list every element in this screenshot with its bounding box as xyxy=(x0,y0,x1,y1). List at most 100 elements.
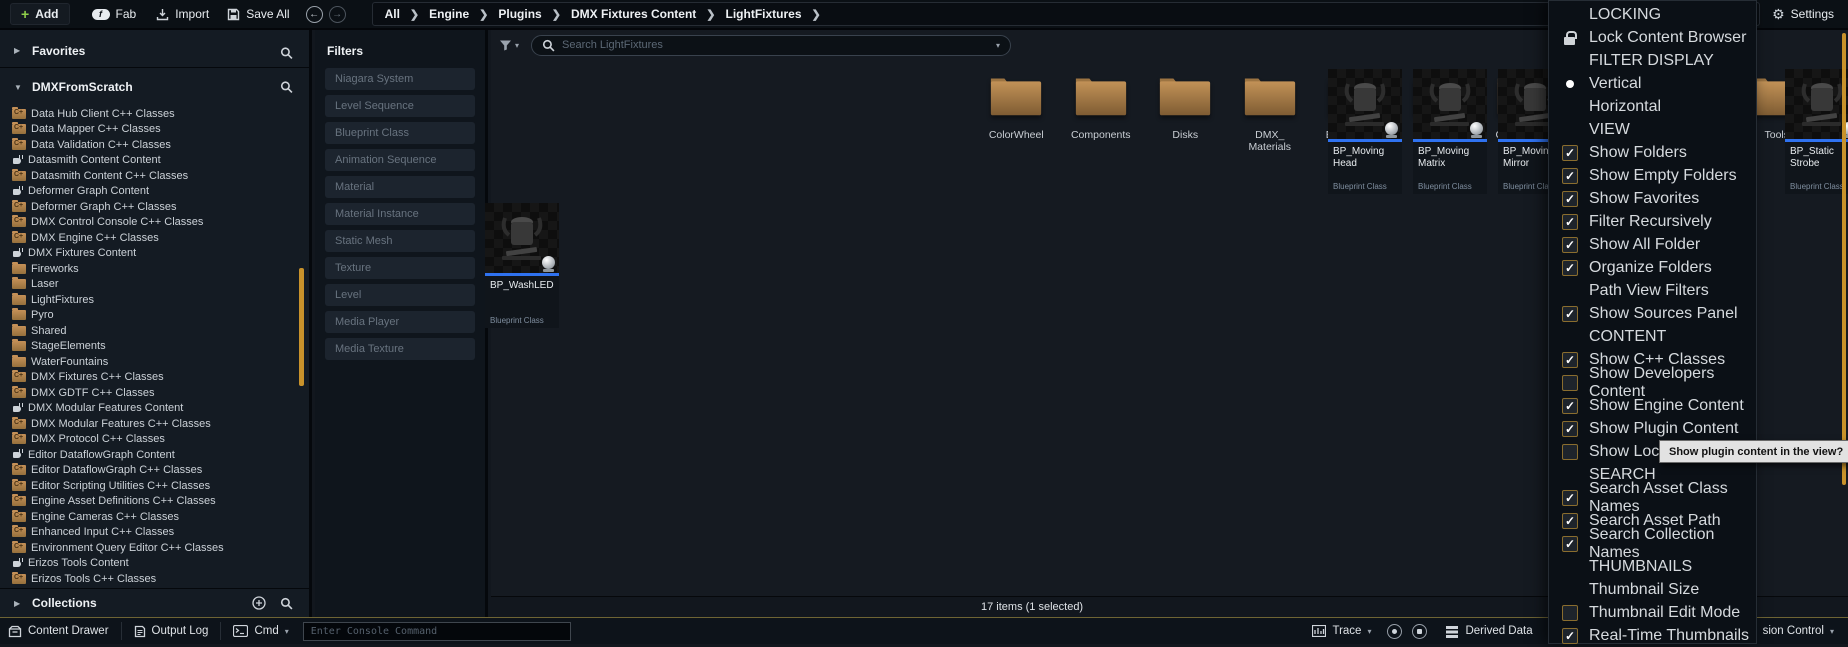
menu-control-icon[interactable] xyxy=(1562,53,1578,69)
tree-item[interactable]: Datasmith Content C++ Classes xyxy=(0,168,309,184)
collapse-arrow-icon[interactable]: ▼ xyxy=(14,83,24,92)
content-folder[interactable]: Components xyxy=(1059,70,1144,153)
add-collection-icon[interactable] xyxy=(252,596,266,610)
filter-pill[interactable]: Level Sequence xyxy=(325,95,475,117)
tree-item[interactable]: DMX Protocol C++ Classes xyxy=(0,432,309,448)
search-icon[interactable] xyxy=(280,81,293,94)
search-input[interactable] xyxy=(562,39,989,51)
menu-row[interactable]: Thumbnail Edit Mode xyxy=(1549,601,1756,624)
asset-item[interactable]: BP_WashLED Blueprint Class xyxy=(485,203,559,328)
tree-item[interactable]: Shared xyxy=(0,323,309,339)
content-drawer-button[interactable]: Content Drawer xyxy=(8,625,109,638)
menu-control-icon[interactable] xyxy=(1562,329,1578,345)
fab-button[interactable]: f Fab xyxy=(92,7,137,21)
menu-row[interactable]: Horizontal xyxy=(1549,95,1756,118)
filter-pill[interactable]: Media Texture xyxy=(325,338,475,360)
snapshot-icon[interactable] xyxy=(1412,624,1427,639)
menu-control-icon[interactable] xyxy=(1562,490,1578,506)
menu-control-icon[interactable] xyxy=(1562,582,1578,598)
forward-button[interactable]: → xyxy=(329,6,346,23)
breadcrumb-item[interactable]: All ❯ xyxy=(385,7,430,21)
asset-item[interactable]: BP_Moving Head Blueprint Class xyxy=(1328,69,1402,194)
console-command-input[interactable] xyxy=(311,626,563,637)
menu-control-icon[interactable] xyxy=(1562,352,1578,368)
content-folder[interactable]: Disks xyxy=(1143,70,1228,153)
content-scrollbar[interactable] xyxy=(1842,33,1846,485)
tree-item[interactable]: LightFixtures xyxy=(0,292,309,308)
filter-pill[interactable]: Static Mesh xyxy=(325,230,475,252)
menu-row[interactable]: Show Developers Content xyxy=(1549,371,1756,394)
menu-control-icon[interactable] xyxy=(1562,191,1578,207)
save-all-button[interactable]: Save All xyxy=(227,7,289,21)
menu-control-icon[interactable] xyxy=(1562,145,1578,161)
menu-control-icon[interactable] xyxy=(1562,168,1578,184)
asset-item[interactable]: BP_Static Strobe Blueprint Class xyxy=(1785,69,1848,194)
filter-options-button[interactable]: ▾ xyxy=(499,39,519,51)
tree-item[interactable]: WaterFountains xyxy=(0,354,309,370)
filter-pill[interactable]: Niagara System xyxy=(325,68,475,90)
menu-row[interactable]: Show Folders xyxy=(1549,141,1756,164)
menu-control-icon[interactable] xyxy=(1562,7,1578,23)
menu-row[interactable]: VIEW xyxy=(1549,118,1756,141)
menu-control-icon[interactable] xyxy=(1562,444,1578,460)
menu-row[interactable]: Vertical xyxy=(1549,72,1756,95)
chevron-down-icon[interactable]: ▾ xyxy=(285,627,289,636)
tree-item[interactable]: Deformer Graph Content xyxy=(0,184,309,200)
tree-item[interactable]: DMX Fixtures C++ Classes xyxy=(0,370,309,386)
insights-icon[interactable] xyxy=(1387,624,1402,639)
console-command-box[interactable] xyxy=(303,622,571,641)
breadcrumb-item[interactable]: Plugins ❯ xyxy=(498,7,571,21)
menu-control-icon[interactable] xyxy=(1562,398,1578,414)
menu-row[interactable]: Show Engine Content xyxy=(1549,394,1756,417)
tree-item[interactable]: Editor DataflowGraph C++ Classes xyxy=(0,463,309,479)
tree-item[interactable]: Datasmith Content Content xyxy=(0,153,309,169)
root-folder-row[interactable]: ▼ DMXFromScratch xyxy=(0,74,309,100)
menu-row[interactable]: Organize Folders xyxy=(1549,256,1756,279)
tree-item[interactable]: Deformer Graph C++ Classes xyxy=(0,199,309,215)
revision-control-button[interactable]: sion Control ▾ xyxy=(1763,625,1834,637)
menu-control-icon[interactable] xyxy=(1562,283,1578,299)
tree-item[interactable]: Data Mapper C++ Classes xyxy=(0,122,309,138)
menu-control-icon[interactable] xyxy=(1562,628,1578,644)
chevron-down-icon[interactable]: ▾ xyxy=(1830,627,1834,636)
tree-item[interactable]: Enhanced Input C++ Classes xyxy=(0,525,309,541)
asset-item[interactable]: BP_Moving Matrix Blueprint Class xyxy=(1413,69,1487,194)
menu-control-icon[interactable] xyxy=(1562,122,1578,138)
menu-row[interactable]: Path View Filters xyxy=(1549,279,1756,302)
collections-section[interactable]: ▶ Collections xyxy=(0,588,309,617)
menu-row[interactable]: Filter Recursively xyxy=(1549,210,1756,233)
filter-pill[interactable]: Media Player xyxy=(325,311,475,333)
menu-control-icon[interactable] xyxy=(1562,375,1578,391)
tree-item[interactable]: Engine Asset Definitions C++ Classes xyxy=(0,494,309,510)
tree-item[interactable]: Editor Scripting Utilities C++ Classes xyxy=(0,478,309,494)
menu-row[interactable]: Show Plugin Content xyxy=(1549,417,1756,440)
tree-item[interactable]: DMX Modular Features Content xyxy=(0,401,309,417)
tree-item[interactable]: DMX Modular Features C++ Classes xyxy=(0,416,309,432)
expand-arrow-icon[interactable]: ▶ xyxy=(14,599,24,608)
filter-pill[interactable]: Material Instance xyxy=(325,203,475,225)
tree-item[interactable]: Data Hub Client C++ Classes xyxy=(0,106,309,122)
menu-row[interactable]: Show Sources Panel xyxy=(1549,302,1756,325)
back-button[interactable]: ← xyxy=(306,6,323,23)
menu-control-icon[interactable] xyxy=(1562,421,1578,437)
menu-control-icon[interactable] xyxy=(1562,76,1578,92)
menu-row[interactable]: Show Empty Folders xyxy=(1549,164,1756,187)
tree-item[interactable]: DMX Control Console C++ Classes xyxy=(0,215,309,231)
menu-row[interactable]: Show Favorites xyxy=(1549,187,1756,210)
breadcrumb-item[interactable]: Engine ❯ xyxy=(429,7,498,21)
add-button[interactable]: + Add xyxy=(10,3,70,25)
settings-button[interactable]: ⚙ Settings xyxy=(1772,6,1834,23)
tree-item[interactable]: DMX GDTF C++ Classes xyxy=(0,385,309,401)
menu-row[interactable]: CONTENT xyxy=(1549,325,1756,348)
tree-item[interactable]: DMX Engine C++ Classes xyxy=(0,230,309,246)
tree-item[interactable]: Data Validation C++ Classes xyxy=(0,137,309,153)
output-log-button[interactable]: Output Log xyxy=(134,625,209,638)
menu-control-icon[interactable] xyxy=(1562,467,1578,483)
menu-row[interactable]: Thumbnail Size xyxy=(1549,578,1756,601)
menu-control-icon[interactable] xyxy=(1562,99,1578,115)
chevron-down-icon[interactable]: ▾ xyxy=(1367,627,1371,636)
tree-item[interactable]: DMX Fixtures Content xyxy=(0,246,309,262)
import-button[interactable]: Import xyxy=(156,7,209,21)
menu-control-icon[interactable] xyxy=(1562,30,1578,46)
menu-control-icon[interactable] xyxy=(1562,214,1578,230)
